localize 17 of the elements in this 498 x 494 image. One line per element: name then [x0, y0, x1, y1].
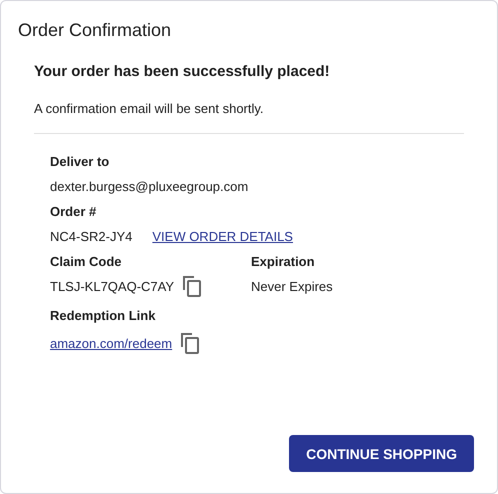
field-label: Claim Code — [50, 254, 122, 268]
redemption-link[interactable]: amazon.com/redeem — [50, 336, 172, 350]
copy-icon[interactable] — [182, 275, 202, 297]
success-heading: Your order has been successfully placed! — [34, 63, 330, 80]
continue-shopping-button[interactable]: CONTINUE SHOPPING — [289, 435, 474, 472]
order-number: NC4-SR2-JY4 — [50, 228, 132, 244]
field-label: Deliver to — [50, 154, 110, 168]
view-order-details-link[interactable]: VIEW ORDER DETAILS — [152, 228, 293, 244]
expiration-value: Never Expires — [251, 278, 333, 294]
copy-icon[interactable] — [180, 332, 200, 354]
field-label: Order # — [50, 204, 96, 218]
claim-code: TLSJ-KL7QAQ-C7AY — [50, 278, 174, 294]
email-value: dexter.burgess@pluxeegroup.com — [50, 178, 248, 194]
field-label: Redemption Link — [50, 308, 156, 322]
field-label: Expiration — [251, 254, 315, 268]
confirmation-message: A confirmation email will be sent shortly. — [34, 101, 264, 116]
dialog-title: Order Confirmation — [18, 20, 172, 41]
